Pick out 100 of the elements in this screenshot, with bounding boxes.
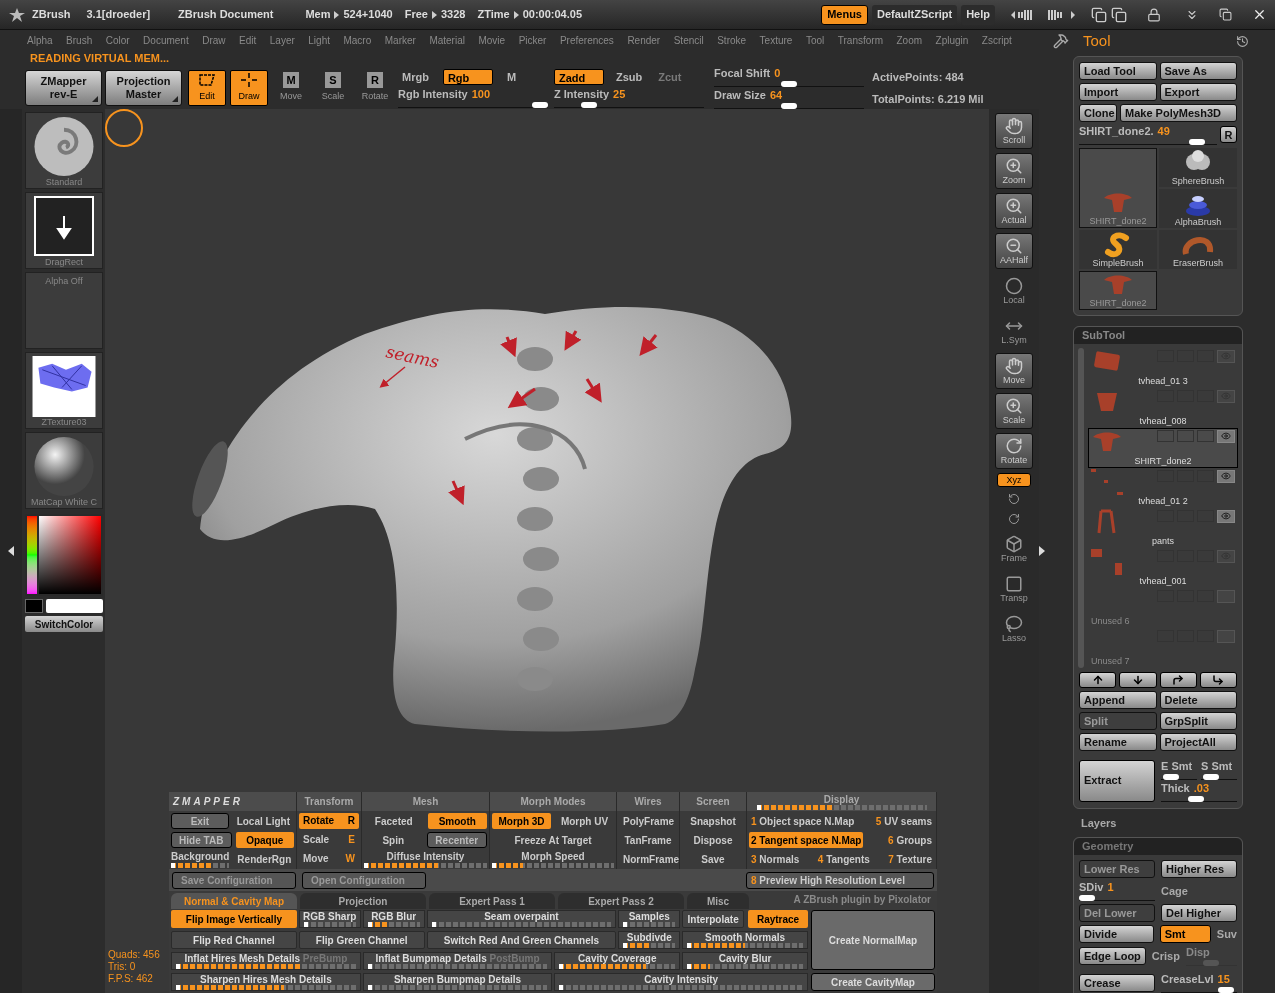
slider-track[interactable] (1161, 794, 1237, 802)
color-picker[interactable] (25, 514, 103, 596)
brush-tile[interactable]: SphereBrush (1159, 147, 1237, 187)
brush-tile[interactable]: AlphaBrush (1159, 188, 1237, 228)
segmented-slider[interactable] (492, 862, 614, 868)
tool-button[interactable]: Load Tool (1079, 61, 1157, 80)
toggle-button[interactable]: Snapshot (682, 813, 744, 829)
slider-thumb[interactable] (580, 101, 597, 108)
title-bar-button[interactable]: Menus (821, 4, 868, 25)
segmented-slider[interactable] (756, 804, 927, 810)
eye-toggle[interactable] (1217, 549, 1235, 563)
menu-item[interactable]: Tool (805, 32, 825, 48)
toggle-button[interactable]: Local Light (232, 813, 294, 829)
close-icon[interactable] (1252, 7, 1267, 22)
slider-thumb[interactable] (781, 81, 797, 87)
display-option[interactable]: 7 Texture (886, 851, 934, 867)
display-option[interactable]: 3 Normals (749, 851, 802, 867)
section-title[interactable]: Layers (1081, 814, 1275, 831)
shelf-button[interactable]: Transp (995, 571, 1033, 607)
menu-item[interactable]: Stroke (717, 32, 747, 48)
toggle-button[interactable]: Dispose (682, 832, 744, 848)
toggle-button[interactable]: Smt (1159, 925, 1211, 943)
segmented-slider[interactable] (623, 922, 676, 927)
tool-button[interactable]: Save As (1159, 61, 1237, 80)
tray-toggle-icon[interactable] (8, 546, 14, 556)
mode-toggle[interactable]: Mrgb (398, 68, 433, 85)
tool-button[interactable]: Clone (1079, 103, 1117, 122)
slider-thumb[interactable] (532, 101, 548, 108)
tool-button[interactable]: Append (1079, 690, 1157, 709)
toggle-button[interactable]: Faceted (364, 813, 424, 829)
color-swatch[interactable] (25, 599, 43, 613)
slider-track[interactable] (1201, 772, 1237, 780)
shelf-button[interactable]: Local (995, 273, 1033, 309)
mode-button[interactable]: S Scale (314, 70, 352, 106)
slider-thumb[interactable] (1079, 895, 1095, 901)
slider-thumb[interactable] (1163, 773, 1179, 780)
tool-button[interactable]: Rename (1079, 732, 1157, 751)
toggle-button[interactable]: Freeze At Target (492, 832, 614, 848)
option-button[interactable]: Flip Red Channel (171, 931, 297, 949)
tab[interactable]: Projection (300, 893, 426, 909)
mode-toggle[interactable]: M (502, 68, 521, 85)
slider-thumb[interactable] (1188, 138, 1205, 145)
slider-track[interactable] (1079, 137, 1217, 145)
segmented-slider[interactable] (431, 922, 612, 927)
mode-button[interactable]: R Rotate (356, 70, 394, 106)
eye-toggle[interactable] (1217, 389, 1235, 403)
menu-item[interactable]: Movie (478, 32, 506, 48)
tab[interactable]: Misc (687, 893, 749, 909)
menu-item[interactable]: Light (308, 32, 330, 48)
display-option[interactable]: 2 Tangent space N.Map (749, 832, 864, 848)
tool-button[interactable]: GrpSplit (1159, 711, 1237, 730)
slider-thumb[interactable] (1218, 987, 1234, 993)
toggle-button[interactable]: PolyFrame (619, 813, 679, 829)
menu-item[interactable]: Brush (66, 32, 93, 48)
arrow-button[interactable] (1079, 671, 1117, 688)
toggle-button[interactable]: Morph UV (555, 813, 614, 829)
menu-item[interactable]: Material (429, 32, 465, 48)
slider-thumb[interactable] (1188, 795, 1204, 802)
toggle-button[interactable]: Rotate R (299, 813, 359, 829)
segmented-slider[interactable] (687, 964, 803, 969)
tool-button[interactable]: Delete (1159, 690, 1237, 709)
create-map-button[interactable]: Create CavityMap (811, 973, 935, 991)
arrow-button[interactable] (1119, 671, 1157, 688)
option-button[interactable]: Flip Green Channel (298, 931, 425, 949)
windows-icon[interactable] (1091, 6, 1107, 23)
arrow-button[interactable] (1159, 671, 1197, 688)
eye-toggle[interactable] (1217, 349, 1235, 363)
toggle-button[interactable]: TanFrame (619, 832, 677, 848)
plugin-button[interactable]: ZMapper rev-E (25, 70, 102, 106)
option-button[interactable]: Flip Image Vertically (171, 910, 297, 928)
eye-toggle[interactable] (1217, 429, 1235, 443)
menu-item[interactable]: Stencil (673, 32, 704, 48)
segmented-slider[interactable] (176, 964, 356, 969)
color-swatch[interactable] (46, 599, 103, 613)
brush-tile[interactable]: EraserBrush (1159, 229, 1237, 269)
segmented-slider[interactable] (559, 985, 803, 990)
preview-button[interactable]: 8 Preview High Resolution Level (746, 871, 934, 889)
display-option[interactable]: 1 Object space N.Map (749, 813, 857, 829)
shelf-button[interactable]: Scale (995, 393, 1033, 429)
menu-item[interactable]: Document (143, 32, 189, 48)
toggle-button[interactable]: Move W (299, 851, 359, 867)
toggle-button[interactable]: RenderRgn (233, 851, 296, 867)
tool-button[interactable]: Export (1159, 82, 1237, 101)
display-option[interactable]: 4 Tangents (815, 851, 872, 867)
tool-button[interactable]: Edge Loop (1079, 947, 1146, 965)
toggle-button[interactable]: NormFrame (619, 851, 684, 867)
subtool-item[interactable]: pants (1088, 507, 1238, 548)
menu-item[interactable]: Picker (518, 32, 547, 48)
menu-item[interactable]: Preferences (559, 32, 614, 48)
tool-button[interactable]: ProjectAll (1159, 732, 1237, 751)
menu-item[interactable]: Zoom (896, 32, 923, 48)
mode-button[interactable]: Draw (230, 70, 268, 106)
lock-icon[interactable] (1147, 7, 1161, 22)
subtool-item[interactable]: tvhead_01 3 (1088, 347, 1238, 388)
plugin-button[interactable]: Projection Master (105, 70, 182, 106)
subtool-item[interactable]: tvhead_01 2 (1088, 467, 1238, 508)
restore-icon[interactable] (1219, 8, 1232, 21)
menu-item[interactable]: Alpha (27, 32, 53, 48)
shelf-button[interactable]: AAHalf (995, 233, 1033, 269)
eye-toggle[interactable] (1217, 509, 1235, 523)
